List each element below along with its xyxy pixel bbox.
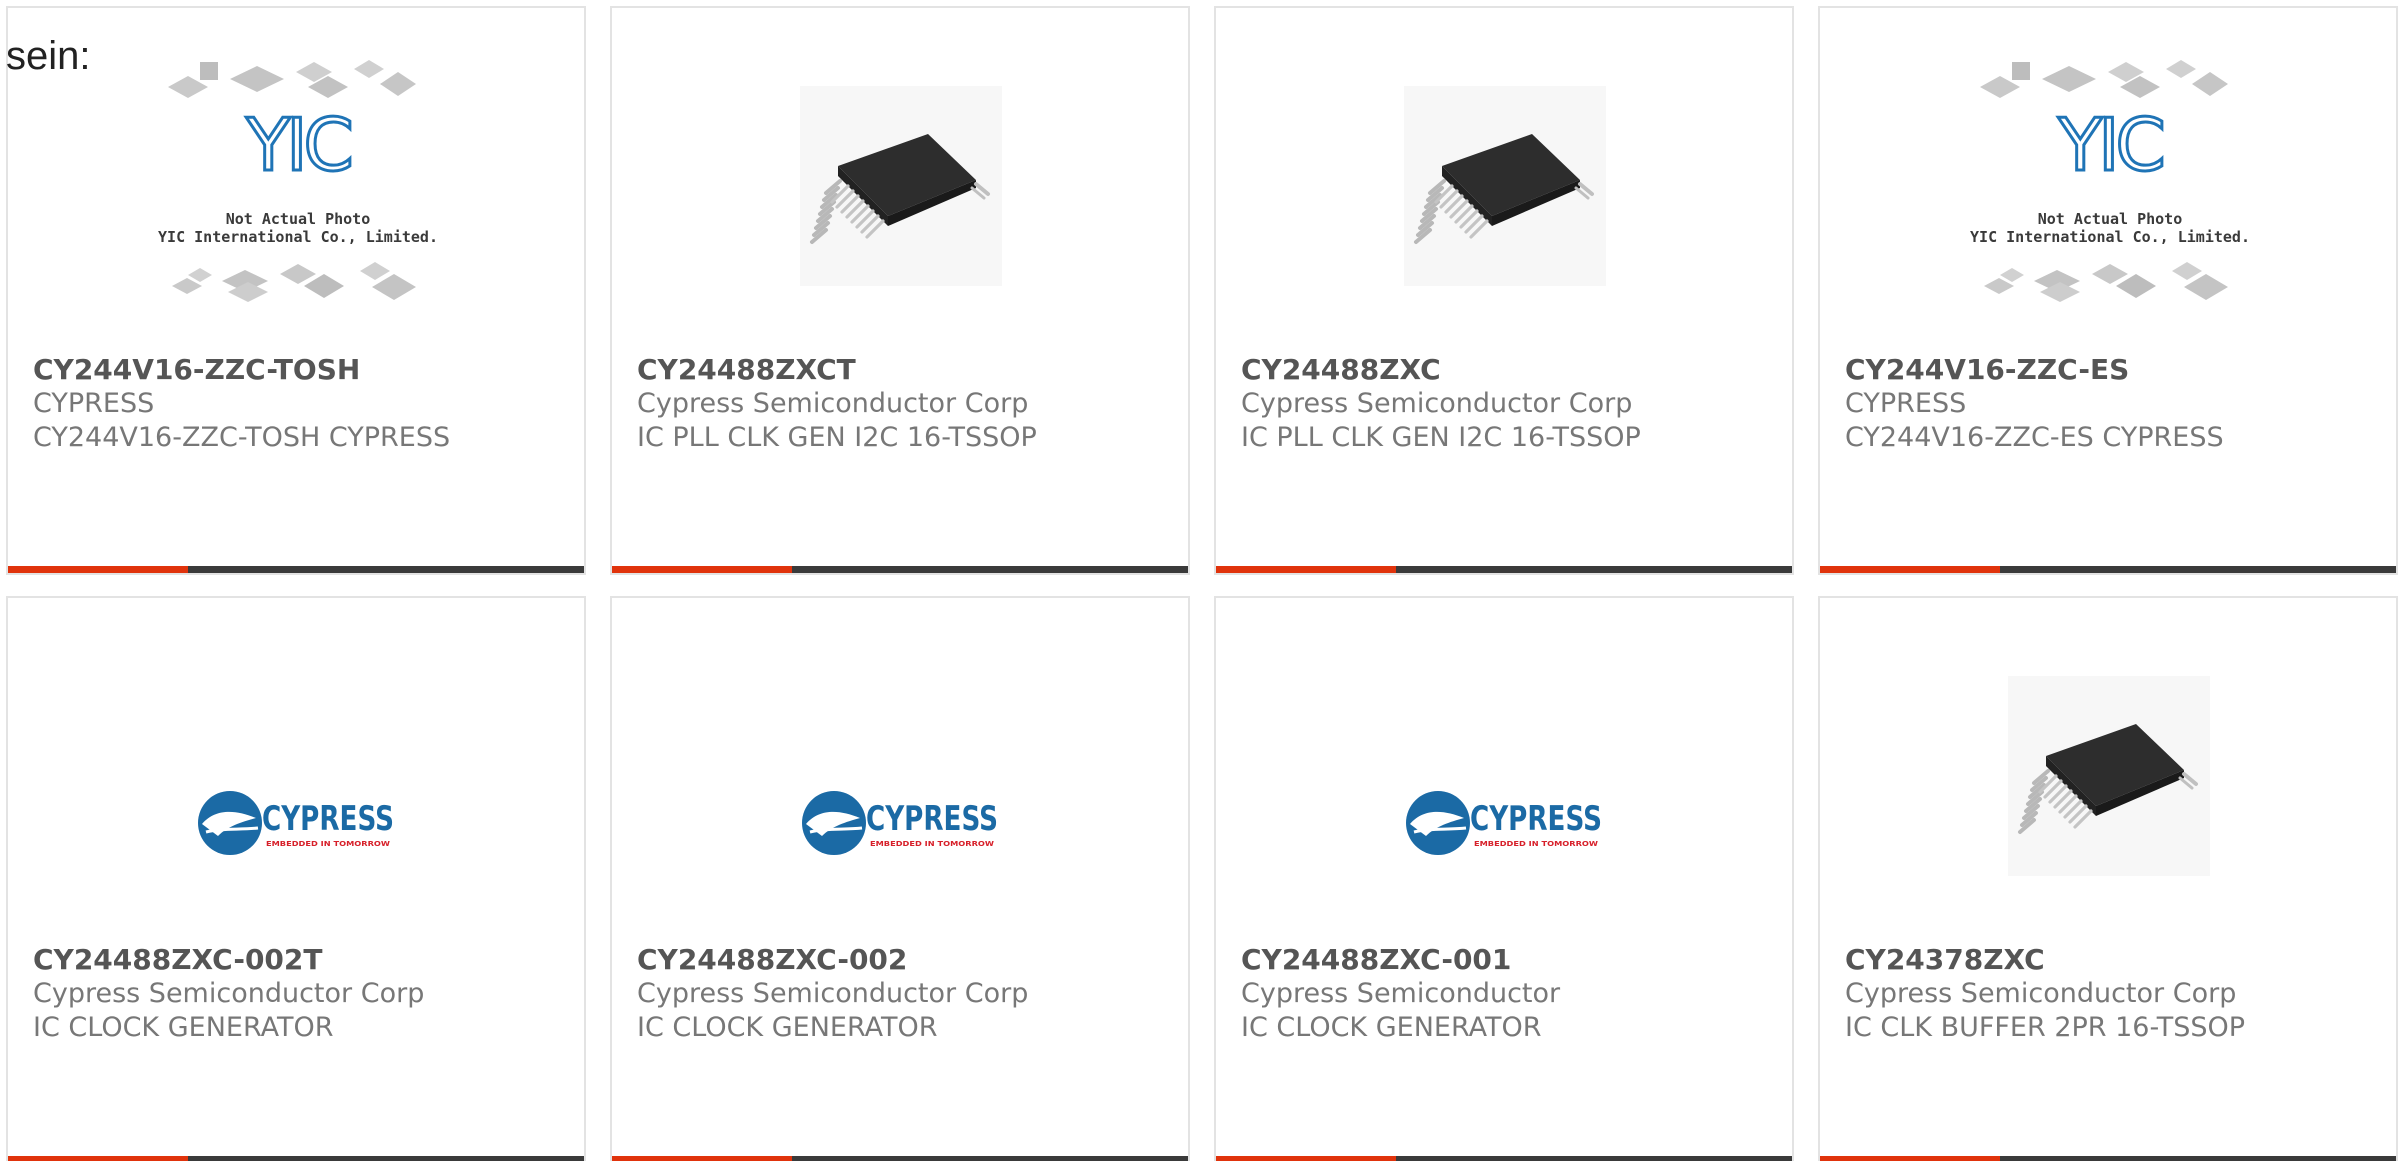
product-card[interactable]: CYPRESS EMBEDDED IN TOMORROW CY24488ZXC-…: [1214, 596, 1794, 1161]
product-image[interactable]: YIC Not Actual Photo YIC International C…: [8, 8, 584, 302]
product-description: CY244V16-ZZC-ES CYPRESS: [1845, 422, 2224, 453]
product-description: IC CLK BUFFER 2PR 16-TSSOP: [1845, 1012, 2246, 1043]
not-actual-photo-placeholder: YIC Not Actual Photo YIC International C…: [1970, 58, 2250, 348]
product-card[interactable]: YIC Not Actual Photo YIC International C…: [6, 6, 586, 575]
card-accent-bar: [1820, 1156, 2000, 1161]
product-card[interactable]: CYPRESS EMBEDDED IN TOMORROW CY24488ZXC-…: [6, 596, 586, 1161]
cypress-logo-icon: CYPRESS EMBEDDED IN TOMORROW: [198, 791, 394, 855]
tssop-chip-image: [800, 86, 1002, 286]
product-info: CY24488ZXC-002 Cypress Semiconductor Cor…: [637, 943, 1178, 1045]
card-accent-bar: [8, 1156, 188, 1161]
product-description: IC CLOCK GENERATOR: [33, 1012, 334, 1043]
part-number-link[interactable]: CY244V16-ZZC-ES: [1845, 353, 2129, 386]
part-number-link[interactable]: CY244V16-ZZC-TOSH: [33, 353, 360, 386]
card-bottom-bar: [1216, 566, 1792, 573]
manufacturer: Cypress Semiconductor Corp: [1845, 978, 2237, 1009]
product-card[interactable]: CY24488ZXC Cypress Semiconductor Corp IC…: [1214, 6, 1794, 575]
card-bottom-bar: [1216, 1156, 1792, 1161]
product-description: IC CLOCK GENERATOR: [637, 1012, 938, 1043]
manufacturer: CYPRESS: [33, 388, 155, 419]
cypress-logo-icon: CYPRESS EMBEDDED IN TOMORROW: [1406, 791, 1602, 855]
product-info: CY24488ZXC-001 Cypress Semiconductor IC …: [1241, 943, 1782, 1045]
part-number-link[interactable]: CY24488ZXC: [1241, 353, 1441, 386]
not-actual-photo-placeholder: YIC Not Actual Photo YIC International C…: [158, 58, 438, 348]
yic-logo-icon: YIC: [2056, 108, 2168, 188]
product-info: CY24488ZXC Cypress Semiconductor Corp IC…: [1241, 353, 1782, 455]
product-card[interactable]: CYPRESS EMBEDDED IN TOMORROW CY24488ZXC-…: [610, 596, 1190, 1161]
card-bottom-bar: [1820, 1156, 2396, 1161]
svg-text:EMBEDDED IN TOMORROW: EMBEDDED IN TOMORROW: [870, 840, 994, 848]
part-number-link[interactable]: CY24488ZXC-001: [1241, 943, 1511, 976]
cypress-logo-icon: CYPRESS EMBEDDED IN TOMORROW: [802, 791, 998, 855]
product-image[interactable]: [612, 58, 1188, 348]
svg-text:EMBEDDED IN TOMORROW: EMBEDDED IN TOMORROW: [266, 840, 390, 848]
placeholder-line2: YIC International Co., Limited.: [158, 228, 438, 246]
svg-text:CYPRESS: CYPRESS: [262, 799, 394, 839]
manufacturer: Cypress Semiconductor Corp: [637, 388, 1029, 419]
product-info: CY24488ZXCT Cypress Semiconductor Corp I…: [637, 353, 1178, 455]
product-card[interactable]: CY24488ZXCT Cypress Semiconductor Corp I…: [610, 6, 1190, 575]
product-card[interactable]: CY24378ZXC Cypress Semiconductor Corp IC…: [1818, 596, 2398, 1161]
part-number-link[interactable]: CY24378ZXC: [1845, 943, 2045, 976]
product-info: CY244V16-ZZC-TOSH CYPRESS CY244V16-ZZC-T…: [33, 353, 574, 455]
product-description: IC PLL CLK GEN I2C 16-TSSOP: [637, 422, 1037, 453]
product-description: CY244V16-ZZC-TOSH CYPRESS: [33, 422, 451, 453]
product-info: CY24378ZXC Cypress Semiconductor Corp IC…: [1845, 943, 2386, 1045]
placeholder-line1: Not Actual Photo: [225, 210, 371, 228]
lead-text: sein:: [6, 34, 91, 78]
placeholder-line1: Not Actual Photo: [2037, 210, 2183, 228]
svg-text:YIC: YIC: [245, 108, 350, 187]
product-image[interactable]: [1820, 648, 2396, 938]
product-info: CY24488ZXC-002T Cypress Semiconductor Co…: [33, 943, 574, 1045]
card-bottom-bar: [612, 1156, 1188, 1161]
card-bottom-bar: [612, 566, 1188, 573]
svg-text:CYPRESS: CYPRESS: [866, 799, 998, 839]
product-card[interactable]: YIC Not Actual Photo YIC International C…: [1818, 6, 2398, 575]
svg-text:YIC: YIC: [2057, 108, 2162, 187]
product-info: CY244V16-ZZC-ES CYPRESS CY244V16-ZZC-ES …: [1845, 353, 2386, 455]
product-image[interactable]: CYPRESS EMBEDDED IN TOMORROW: [8, 648, 584, 938]
card-bottom-bar: [8, 1156, 584, 1161]
product-description: IC CLOCK GENERATOR: [1241, 1012, 1542, 1043]
part-number-link[interactable]: CY24488ZXC-002T: [33, 943, 323, 976]
product-image[interactable]: CYPRESS EMBEDDED IN TOMORROW: [612, 648, 1188, 938]
chip-icons-bottom: [1984, 262, 2228, 302]
manufacturer: CYPRESS: [1845, 388, 1967, 419]
card-bottom-bar: [1820, 566, 2396, 573]
tssop-chip-image: [2008, 676, 2210, 876]
product-image[interactable]: CYPRESS EMBEDDED IN TOMORROW: [1216, 648, 1792, 938]
card-accent-bar: [1216, 1156, 1396, 1161]
svg-text:EMBEDDED IN TOMORROW: EMBEDDED IN TOMORROW: [1474, 840, 1598, 848]
placeholder-line2: YIC International Co., Limited.: [1970, 228, 2250, 246]
yic-logo-icon: YIC: [244, 108, 356, 188]
manufacturer: Cypress Semiconductor: [1241, 978, 1561, 1009]
card-accent-bar: [1820, 566, 2000, 573]
card-accent-bar: [8, 566, 188, 573]
manufacturer: Cypress Semiconductor Corp: [1241, 388, 1633, 419]
manufacturer: Cypress Semiconductor Corp: [33, 978, 425, 1009]
card-accent-bar: [1216, 566, 1396, 573]
part-number-link[interactable]: CY24488ZXC-002: [637, 943, 907, 976]
card-bottom-bar: [8, 566, 584, 573]
tssop-chip-image: [1404, 86, 1606, 286]
product-image[interactable]: YIC Not Actual Photo YIC International C…: [1820, 8, 2396, 302]
card-accent-bar: [612, 566, 792, 573]
svg-text:CYPRESS: CYPRESS: [1470, 799, 1602, 839]
product-image[interactable]: [1216, 58, 1792, 348]
chip-icons-bottom: [172, 262, 416, 302]
manufacturer: Cypress Semiconductor Corp: [637, 978, 1029, 1009]
card-accent-bar: [612, 1156, 792, 1161]
product-description: IC PLL CLK GEN I2C 16-TSSOP: [1241, 422, 1641, 453]
part-number-link[interactable]: CY24488ZXCT: [637, 353, 856, 386]
